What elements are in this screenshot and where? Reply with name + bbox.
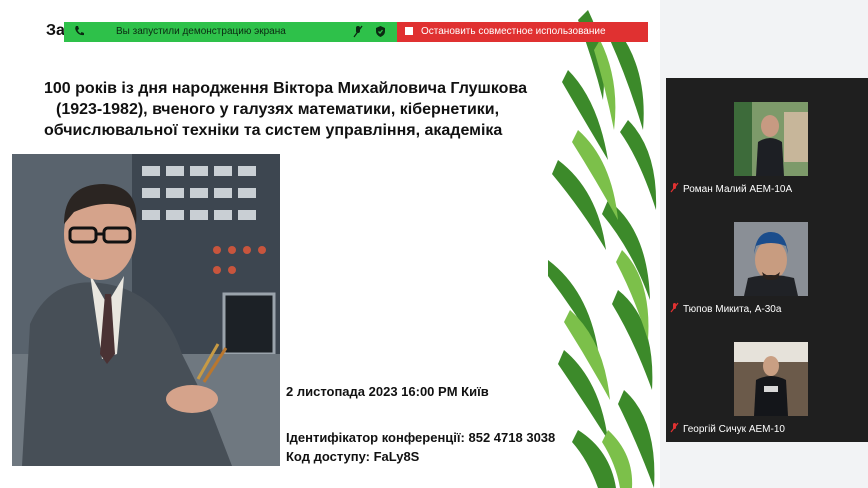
event-date: 2 листопада 2023 16:00 PM Київ xyxy=(286,384,489,399)
participant-name: Роман Малий АЕМ-10А xyxy=(670,182,792,196)
headline-line-2: (1923-1982), вченого у галузях математик… xyxy=(56,101,500,118)
participant-avatar xyxy=(734,342,808,416)
headline-line-1: 100 років із дня народження Віктора Миха… xyxy=(44,80,527,97)
participant-name: Георгій Сичук АЕМ-10 xyxy=(670,422,785,436)
stop-share-button[interactable]: Остановить совместное использование xyxy=(397,22,648,42)
share-status-text: Вы запустили демонстрацию экрана xyxy=(116,26,286,37)
slide-headline: 100 років із дня народження Віктора Миха… xyxy=(44,78,554,141)
portrait-photo xyxy=(12,154,280,466)
phone-icon[interactable] xyxy=(74,25,84,40)
participant-tile[interactable]: Георгій Сичук АЕМ-10 xyxy=(666,318,868,436)
stop-icon xyxy=(405,27,413,35)
bamboo-leaves-decoration xyxy=(548,10,660,488)
slide-title-fragment: За xyxy=(46,22,65,39)
participant-avatar xyxy=(734,102,808,176)
access-code: Код доступу: FaLy8S xyxy=(286,449,420,464)
participant-avatar xyxy=(734,222,808,296)
conference-details: Ідентифікатор конференції: 852 4718 3038… xyxy=(286,428,555,466)
presentation-slide: За 100 років із дня народження Віктора М… xyxy=(0,0,660,488)
mic-muted-icon[interactable] xyxy=(353,25,363,41)
participant-tile[interactable]: Тюпов Микита, А-30а xyxy=(666,198,868,316)
headline-line-3: обчислювальної техніки та систем управлі… xyxy=(44,122,503,139)
mic-muted-icon xyxy=(670,302,679,316)
stop-share-label: Остановить совместное использование xyxy=(421,26,606,37)
shield-icon[interactable] xyxy=(375,25,386,41)
participants-panel: Роман Малий АЕМ-10А Тюпов Микита, А-30а xyxy=(666,78,868,442)
mic-muted-icon xyxy=(670,182,679,196)
share-status: Вы запустили демонстрацию экрана xyxy=(64,22,397,42)
conference-id: Ідентифікатор конференції: 852 4718 3038 xyxy=(286,430,556,445)
participant-tile[interactable]: Роман Малий АЕМ-10А xyxy=(666,78,868,196)
screen-share-bar: Вы запустили демонстрацию экрана Останов… xyxy=(64,22,648,42)
mic-muted-icon xyxy=(670,422,679,436)
participant-name: Тюпов Микита, А-30а xyxy=(670,302,781,316)
